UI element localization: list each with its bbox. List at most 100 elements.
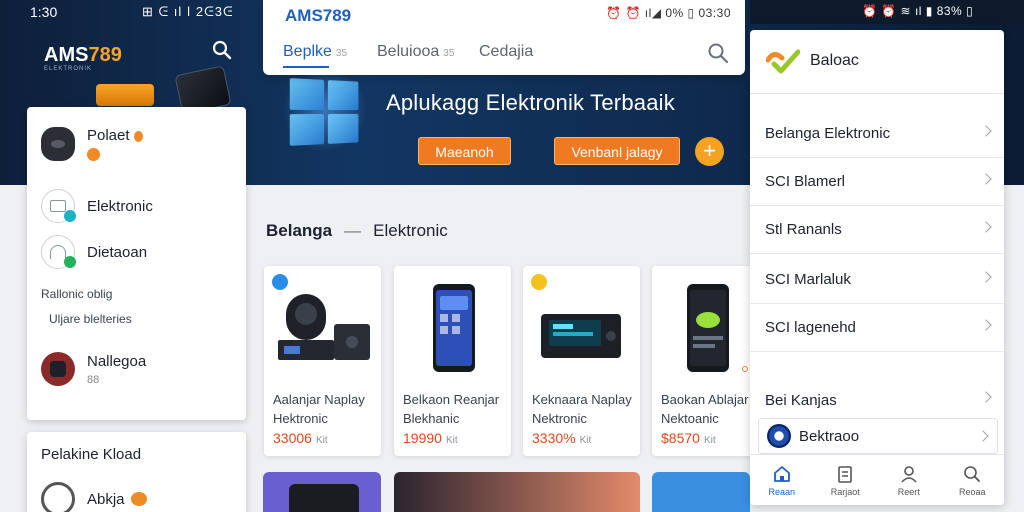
product-preview-card[interactable] <box>652 472 750 512</box>
menu-item[interactable]: SCI Marlaluk <box>750 256 1004 304</box>
badge-icon <box>130 492 147 506</box>
nav-label: Rarjaot <box>830 486 860 497</box>
category-sub: 88 <box>87 373 100 386</box>
right-status-icons: ⏰ ⏰ ≋ ıl ▮ 83% ▯ <box>862 4 974 18</box>
tab-label: Beluiooa <box>377 43 440 60</box>
logo-accent: 789 <box>88 44 122 66</box>
item-label: Abkja <box>87 490 125 508</box>
price-unit: Kit <box>579 435 592 446</box>
product-card[interactable]: Keknaara Naplay Nektronic 3330% Kit <box>523 266 640 456</box>
top-navigation-panel: AMS789 ⏰ ⏰ ıl◢ 0% ▯ 03:30 Beplke 35 Belui… <box>263 0 745 75</box>
price-value: 33006 <box>273 430 312 446</box>
logo-subtitle: ELEKTRONIK <box>44 66 93 72</box>
tab-count: 35 <box>335 48 348 59</box>
nav-orders[interactable]: Rarjaot <box>814 455 878 505</box>
category-label: Elektronic <box>87 197 153 215</box>
product-name: Belkaon Reanjar Blekhanic <box>403 392 500 426</box>
hero-button-primary[interactable]: Maeanoh <box>418 137 511 165</box>
product-name: Aalanjar Naplay Hektronic <box>273 392 365 426</box>
speaker-product-image <box>278 294 370 360</box>
menu-panel: Baloac Belanga Elektronic SCI Blamerl St… <box>750 30 1004 505</box>
brand-circle-icon <box>767 424 791 448</box>
category-item-polaet[interactable]: Polaet <box>41 127 143 161</box>
popular-item[interactable]: Abkja <box>41 482 147 512</box>
nav-search[interactable]: Reoaa <box>941 455 1005 505</box>
category-item-dietaoan[interactable]: Dietaoan <box>41 235 147 269</box>
hero-button-secondary[interactable]: Venbanl jalagy <box>554 137 680 165</box>
bottom-navigation: Reaan Rarjaot Reert Reoaa <box>750 454 1004 505</box>
add-button[interactable]: + <box>695 137 724 166</box>
card-title: Pelakine Kload <box>41 446 142 463</box>
category-label: Nallegoa <box>87 352 147 370</box>
tab-label: Cedajia <box>479 43 534 60</box>
app-logo[interactable]: AMS789 <box>44 44 122 67</box>
product-price: 3330% Kit <box>532 430 591 446</box>
tab-beplke[interactable]: Beplke 35 <box>283 43 347 61</box>
menu-header: Baloac <box>750 30 1004 94</box>
chevron-right-icon <box>980 271 992 283</box>
hero-title: Aplukagg Elektronik Terbaaik <box>386 90 675 115</box>
profile-icon <box>901 465 917 483</box>
product-card[interactable]: Belkaon Reanjar Blekhanic 19990 Kit <box>394 266 511 456</box>
speaker-icon <box>41 127 75 161</box>
category-item-nallegoa[interactable]: Nallegoa 88 <box>41 352 146 386</box>
nav-profile[interactable]: Reert <box>877 455 941 505</box>
home-icon <box>773 465 790 482</box>
menu-item[interactable]: Belanga Elektronic <box>750 110 1004 158</box>
popular-card: Pelakine Kload Abkja <box>27 432 246 512</box>
menu-title: Baloac <box>810 52 859 69</box>
product-preview-card[interactable] <box>263 472 381 512</box>
status-time: 1:30 <box>30 4 58 20</box>
window-illustration <box>289 78 359 146</box>
category-item-elektronic[interactable]: Elektronic <box>41 189 153 223</box>
menu-item-label: Stl Rananls <box>765 221 842 238</box>
chevron-right-icon <box>980 125 992 137</box>
tab-cedajia[interactable]: Cedajia <box>479 43 533 61</box>
search-icon[interactable] <box>707 42 729 64</box>
section-title-text: Elektronic <box>373 221 448 240</box>
product-price: 19990 Kit <box>403 430 458 446</box>
device-product-image <box>541 314 621 358</box>
category-label: Dietaoan <box>87 243 148 261</box>
category-label: Polaet <box>87 127 130 144</box>
category-card: Polaet Elektronic Dietaoan Rallonic obli… <box>27 107 246 420</box>
chevron-right-icon <box>980 173 992 185</box>
price-unit: Kit <box>315 435 328 446</box>
tab-beluiooa[interactable]: Beluiooa 35 <box>377 43 454 61</box>
price-value: 19990 <box>403 430 442 446</box>
chevron-right-icon <box>980 221 992 233</box>
menu-item-label: SCI lagenehd <box>765 319 856 336</box>
nav-label: Reoaa <box>958 486 986 497</box>
orders-icon <box>838 465 853 483</box>
product-price: $8570 Kit <box>661 430 716 446</box>
active-tab-indicator <box>283 66 329 68</box>
ring-icon <box>41 482 75 512</box>
price-value: $8570 <box>661 430 700 446</box>
phone-thumb <box>289 484 359 512</box>
section-title: Belanga — Elektronic <box>266 221 448 241</box>
tab-count: 35 <box>443 48 455 59</box>
indicator-dot <box>742 366 748 372</box>
headphones-icon <box>41 235 76 269</box>
price-value: 3330% <box>532 430 576 446</box>
menu-item-label: Bei Kanjas <box>765 391 837 409</box>
chevron-right-icon <box>980 319 992 331</box>
menu-item-highlighted[interactable]: Bektraoo <box>758 418 998 454</box>
top-status-icons: ⏰ ⏰ ıl◢ 0% ▯ 03:30 <box>606 6 731 20</box>
price-unit: Kit <box>703 435 716 446</box>
menu-item[interactable]: Bei Kanjas <box>750 376 1004 424</box>
section-title-strong: Belanga <box>266 221 333 240</box>
menu-item[interactable]: SCI lagenehd <box>750 304 1004 352</box>
category-note: Uljare blelteries <box>49 312 132 326</box>
tab-label: Beplke <box>283 43 332 60</box>
search-icon[interactable] <box>212 40 232 60</box>
nav-home[interactable]: Reaan <box>750 455 814 505</box>
product-preview-card[interactable] <box>394 472 640 512</box>
nav-label: Reert <box>897 486 920 497</box>
product-card[interactable]: Aalanjar Naplay Hektronic 33006 Kit <box>264 266 381 456</box>
menu-item[interactable]: Stl Rananls <box>750 206 1004 254</box>
chevron-right-icon <box>980 391 992 403</box>
menu-item-label: SCI Blamerl <box>765 173 846 190</box>
menu-item[interactable]: SCI Blamerl <box>750 158 1004 206</box>
menu-item-label: SCI Marlaluk <box>765 271 851 288</box>
